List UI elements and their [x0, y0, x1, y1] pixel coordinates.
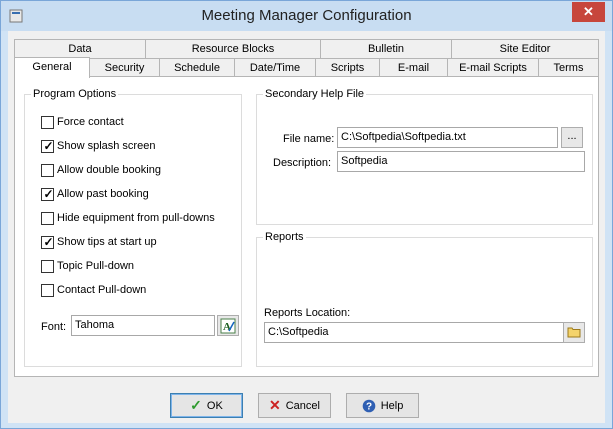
cross-icon: ✕: [269, 397, 281, 413]
option-label: Show splash screen: [57, 140, 156, 152]
reports-location-label: Reports Location:: [264, 307, 351, 319]
tab-label: Schedule: [174, 62, 220, 74]
option-hide-equipment[interactable]: Hide equipment from pull-downs: [41, 210, 215, 226]
close-icon: ✕: [583, 4, 594, 19]
cancel-button[interactable]: ✕ Cancel: [258, 393, 331, 418]
option-label: Allow double booking: [57, 164, 161, 176]
option-contact-pulldown[interactable]: Contact Pull-down: [41, 282, 146, 298]
file-name-field[interactable]: C:\Softpedia\Softpedia.txt: [337, 127, 558, 148]
option-label: Topic Pull-down: [57, 260, 135, 272]
option-show-tips[interactable]: ✓ Show tips at start up: [41, 234, 157, 250]
tab-site-editor[interactable]: Site Editor: [451, 39, 599, 58]
general-tab-panel: Program Options Force contact ✓ Show spl…: [14, 76, 599, 377]
checkbox[interactable]: [41, 259, 54, 273]
help-button[interactable]: ? Help: [346, 393, 419, 418]
browse-file-button[interactable]: ...: [561, 127, 583, 148]
help-label: Help: [380, 399, 404, 412]
reports-group: Reports Reports Location: C:\Softpedia: [256, 231, 593, 367]
svg-text:A: A: [223, 321, 231, 333]
option-topic-pulldown[interactable]: Topic Pull-down: [41, 258, 134, 274]
browse-folder-button[interactable]: [563, 322, 585, 343]
tab-data[interactable]: Data: [14, 39, 146, 58]
tab-security[interactable]: Security: [89, 58, 160, 77]
title-bar[interactable]: Meeting Manager Configuration ✕: [1, 1, 612, 31]
tab-label: Date/Time: [249, 62, 301, 74]
reports-title: Reports: [263, 231, 306, 243]
reports-location-field[interactable]: C:\Softpedia: [264, 322, 564, 343]
file-name-label: File name:: [283, 133, 335, 145]
font-label: Font:: [41, 321, 67, 333]
folder-icon: [567, 327, 581, 338]
tab-date-time[interactable]: Date/Time: [234, 58, 316, 77]
checkbox[interactable]: ✓: [41, 234, 54, 249]
client-area: Data Resource Blocks Bulletin Site Edito…: [8, 31, 605, 423]
tab-label: E-mail Scripts: [459, 62, 527, 74]
close-button[interactable]: ✕: [572, 2, 605, 22]
tab-label: Bulletin: [367, 43, 405, 55]
checkmark-icon: ✓: [190, 397, 202, 413]
help-file-title: Secondary Help File: [263, 88, 367, 100]
ok-label: OK: [206, 399, 223, 412]
dialog-window: Meeting Manager Configuration ✕ Data Res…: [0, 0, 613, 429]
option-allow-double-booking[interactable]: Allow double booking: [41, 162, 161, 178]
svg-text:?: ?: [366, 401, 372, 412]
option-label: Hide equipment from pull-downs: [57, 212, 215, 224]
tab-label: General: [32, 61, 72, 73]
tab-terms[interactable]: Terms: [538, 58, 599, 77]
option-label: Force contact: [57, 116, 124, 128]
tab-email-scripts[interactable]: E-mail Scripts: [447, 58, 539, 77]
option-force-contact[interactable]: Force contact: [41, 114, 124, 130]
checkbox[interactable]: ✓: [41, 186, 54, 201]
tab-scripts[interactable]: Scripts: [315, 58, 380, 77]
option-label: Contact Pull-down: [57, 284, 147, 296]
program-options-group: Program Options Force contact ✓ Show spl…: [24, 88, 242, 367]
checkmark-icon: ✓: [43, 138, 54, 153]
font-field[interactable]: Tahoma: [71, 315, 215, 336]
tab-label: Site Editor: [499, 43, 551, 55]
font-picker-button[interactable]: A: [217, 315, 239, 336]
font-icon: A: [220, 318, 236, 334]
option-label: Show tips at start up: [57, 236, 157, 248]
tab-resource-blocks[interactable]: Resource Blocks: [145, 39, 321, 58]
tab-email[interactable]: E-mail: [379, 58, 448, 77]
help-file-group: Secondary Help File File name: C:\Softpe…: [256, 88, 593, 225]
tab-bulletin[interactable]: Bulletin: [320, 39, 452, 58]
tab-general[interactable]: General: [14, 57, 90, 78]
checkmark-icon: ✓: [43, 234, 54, 249]
checkmark-icon: ✓: [43, 186, 54, 201]
tab-label: Data: [68, 43, 92, 55]
option-allow-past-booking[interactable]: ✓ Allow past booking: [41, 186, 149, 202]
tab-label: Security: [104, 62, 145, 74]
tab-label: E-mail: [397, 62, 430, 74]
help-icon: ?: [362, 399, 375, 412]
description-field[interactable]: Softpedia: [337, 151, 585, 172]
option-label: Allow past booking: [57, 188, 149, 200]
option-show-splash-screen[interactable]: ✓ Show splash screen: [41, 138, 155, 154]
window-title: Meeting Manager Configuration: [201, 7, 412, 24]
cancel-label: Cancel: [285, 399, 320, 412]
checkbox[interactable]: [41, 115, 54, 129]
checkbox[interactable]: [41, 283, 54, 297]
program-options-title: Program Options: [31, 88, 119, 100]
description-label: Description:: [273, 157, 332, 169]
checkbox[interactable]: ✓: [41, 138, 54, 153]
tab-schedule[interactable]: Schedule: [159, 58, 235, 77]
tab-label: Scripts: [330, 62, 365, 74]
tab-label: Resource Blocks: [191, 43, 275, 55]
tab-label: Terms: [553, 62, 584, 74]
ok-button[interactable]: ✓ OK: [170, 393, 243, 418]
checkbox[interactable]: [41, 211, 54, 225]
checkbox[interactable]: [41, 163, 54, 177]
